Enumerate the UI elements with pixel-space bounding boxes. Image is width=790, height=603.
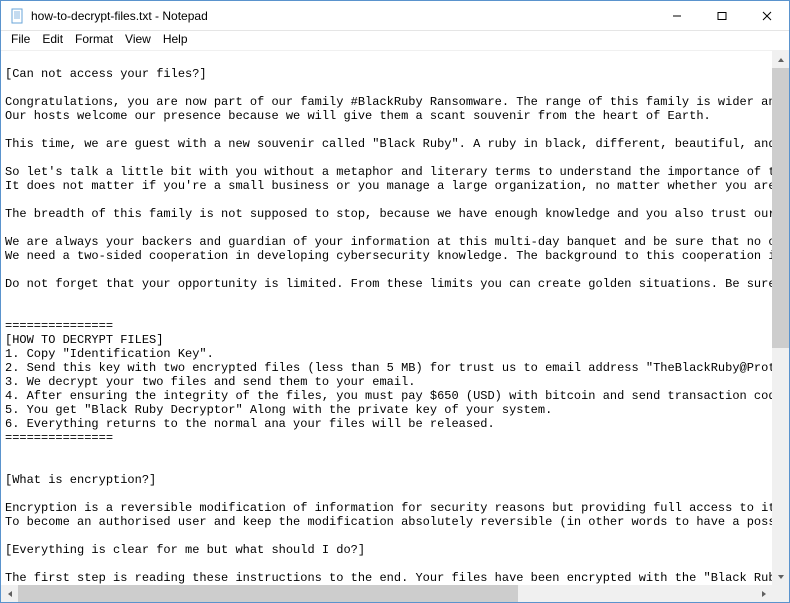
- document-text[interactable]: [Can not access your files?] Congratulat…: [1, 51, 789, 602]
- vertical-scroll-track[interactable]: [772, 68, 789, 568]
- minimize-button[interactable]: [654, 1, 699, 30]
- window-title: how-to-decrypt-files.txt - Notepad: [31, 9, 654, 23]
- menu-format[interactable]: Format: [69, 31, 119, 50]
- scroll-up-button[interactable]: [772, 51, 789, 68]
- scroll-right-button[interactable]: [755, 585, 772, 602]
- scroll-down-button[interactable]: [772, 568, 789, 585]
- vertical-scroll-thumb[interactable]: [772, 68, 789, 348]
- notepad-icon: [9, 8, 25, 24]
- window-controls: [654, 1, 789, 30]
- scroll-left-button[interactable]: [1, 585, 18, 602]
- horizontal-scroll-thumb[interactable]: [18, 585, 518, 602]
- close-button[interactable]: [744, 1, 789, 30]
- menu-file[interactable]: File: [5, 31, 36, 50]
- scroll-corner: [772, 585, 789, 602]
- titlebar: how-to-decrypt-files.txt - Notepad: [1, 1, 789, 31]
- maximize-button[interactable]: [699, 1, 744, 30]
- horizontal-scroll-track[interactable]: [18, 585, 755, 602]
- vertical-scrollbar: [772, 51, 789, 585]
- menu-view[interactable]: View: [119, 31, 157, 50]
- menu-edit[interactable]: Edit: [36, 31, 69, 50]
- horizontal-scrollbar: [1, 585, 772, 602]
- menu-help[interactable]: Help: [157, 31, 194, 50]
- editor-area: [Can not access your files?] Congratulat…: [1, 51, 789, 602]
- menubar: File Edit Format View Help: [1, 31, 789, 51]
- notepad-window: how-to-decrypt-files.txt - Notepad File …: [0, 0, 790, 603]
